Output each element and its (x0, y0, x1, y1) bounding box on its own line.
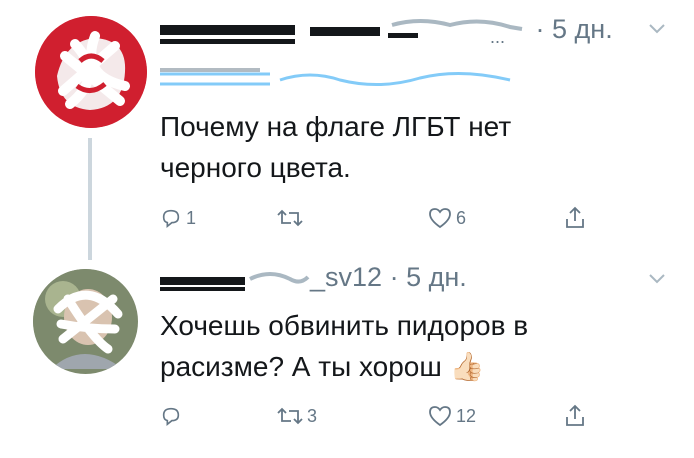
chevron-down-icon[interactable] (648, 272, 666, 290)
tweet-actions: 3 12 (160, 400, 600, 432)
retweet-button[interactable]: 3 (277, 400, 317, 432)
thumbs-up-emoji: 👍🏻 (449, 351, 485, 382)
tweet-text: Хочешь обвинить пидоров в расизме? А ты … (160, 305, 660, 387)
tweet-time[interactable]: · 5 дн. (536, 14, 613, 44)
reply-icon (162, 209, 180, 228)
tweet[interactable]: ... · 5 дн. Почему на флаге ЛГБТ нет чер… (0, 0, 694, 260)
like-count: 6 (456, 207, 467, 228)
share-icon (566, 206, 584, 228)
retweet-icon (277, 209, 303, 227)
reply-count: 1 (186, 207, 197, 228)
like-button[interactable]: 6 (428, 202, 466, 234)
redacted-name (160, 271, 310, 291)
tweet-text: Почему на флаге ЛГБТ нет черного цвета. (160, 111, 512, 183)
avatar[interactable] (35, 16, 147, 128)
share-button[interactable] (564, 202, 586, 234)
heart-icon (429, 406, 451, 427)
like-count: 12 (456, 405, 477, 426)
redacted-name: ... (160, 18, 523, 47)
share-icon (566, 404, 584, 426)
reply-button[interactable]: 1 (160, 202, 196, 234)
chevron-down-icon[interactable] (648, 22, 666, 40)
thread-line (88, 138, 92, 260)
tweet-header: _sv12 · 5 дн. (160, 262, 467, 296)
share-button[interactable] (564, 400, 586, 432)
reply-button[interactable] (160, 400, 186, 432)
redacted-reply-to (160, 68, 511, 86)
retweet-button[interactable] (277, 202, 307, 234)
tweet[interactable]: _sv12 · 5 дн. Хочешь обвинить пидоров в … (0, 250, 694, 458)
avatar[interactable] (33, 269, 138, 374)
tweet-header: ... · 5 дн. (160, 14, 613, 48)
user-handle[interactable]: _sv12 (310, 262, 382, 292)
svg-text:...: ... (490, 27, 505, 47)
retweet-count: 3 (307, 405, 318, 426)
heart-icon (429, 208, 451, 229)
reply-icon (162, 407, 180, 426)
like-button[interactable]: 12 (428, 400, 476, 432)
retweet-icon (277, 407, 303, 425)
tweet-time[interactable]: · 5 дн. (390, 262, 467, 292)
tweet-actions: 1 6 (160, 202, 600, 234)
